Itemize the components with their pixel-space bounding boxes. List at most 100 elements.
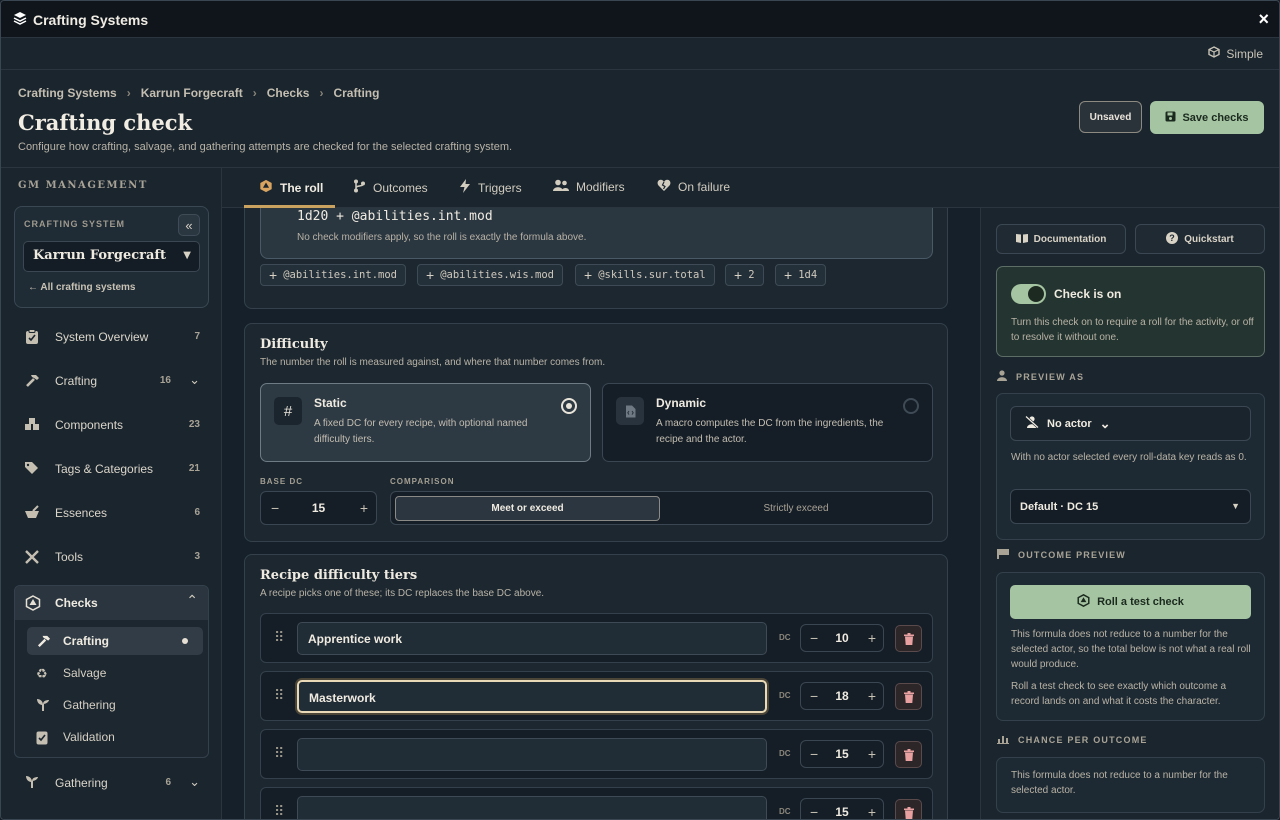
static-radio[interactable] [561,398,577,414]
tab-triggers[interactable]: Triggers [459,179,522,196]
sidebar-item-components[interactable]: Components 23 [14,406,209,444]
tier-dc-stepper: − 18 + [800,682,884,710]
unsaved-badge: Unsaved [1079,101,1142,133]
tiers-subtitle: A recipe picks one of these; its DC repl… [260,588,545,599]
crafting-system-select[interactable]: Karrun Forgecraft ▼ [23,241,200,272]
outcome-preview-label: OUTCOME PREVIEW [997,549,1126,561]
trash-icon[interactable] [895,741,922,768]
close-icon[interactable]: × [1258,9,1269,30]
static-option[interactable]: # Static A fixed DC for every recipe, wi… [260,383,591,462]
chevron-down-icon[interactable]: ⌄ [189,372,200,388]
breadcrumb-item[interactable]: Karrun Forgecraft [141,86,243,100]
count-badge: 6 [165,777,171,788]
plus-button[interactable]: + [360,500,368,516]
chance-card: This formula does not reduce to a number… [996,757,1265,813]
checks-group: Checks ⌃ Crafting ♻ Salvage Gathering Va… [14,585,209,758]
tags-icon [23,461,41,479]
tier-row: ⠿ Apprentice work DC − 10 + [260,613,933,663]
svg-text:?: ? [1170,233,1176,243]
trash-icon[interactable] [895,683,922,710]
insert-chip[interactable]: + @abilities.wis.mod [417,264,563,286]
sidebar-subitem-gathering[interactable]: Gathering [27,691,203,719]
drag-handle-icon[interactable]: ⠿ [274,687,284,704]
sidebar-subitem-crafting[interactable]: Crafting [27,627,203,655]
sidebar-item-essences[interactable]: Essences 6 [14,494,209,532]
collapse-sidebar-icon[interactable]: « [178,214,200,236]
tier-row: ⠿ DC − 15 + [260,729,933,779]
check-on-title: Check is on [1054,287,1122,301]
sidebar-subitem-salvage[interactable]: ♻ Salvage [27,659,203,687]
crafting-system-label: CRAFTING SYSTEM [24,219,126,229]
insert-chip[interactable]: + @abilities.int.mod [260,264,406,286]
dynamic-radio[interactable] [903,398,919,414]
insert-chip[interactable]: +1d4 [775,264,827,286]
list-icon: ≡ [277,208,283,210]
strictly-exceed-option[interactable]: Strictly exceed [663,496,929,521]
documentation-button[interactable]: Documentation [996,224,1126,254]
tier-name-input[interactable]: Apprentice work [297,622,767,655]
trash-icon[interactable] [895,799,922,819]
roll-test-check-button[interactable]: Roll a test check [1010,585,1251,619]
count-badge: 16 [159,375,171,386]
tab-the-roll[interactable]: The roll [259,179,323,196]
tab-modifiers[interactable]: Modifiers [553,179,625,195]
tools-icon [23,549,41,567]
d20-icon [25,595,41,616]
right-panel: Documentation ? Quickstart Check is on T… [980,208,1279,819]
mortar-pestle-icon [23,505,41,523]
tab-outcomes[interactable]: Outcomes [353,179,428,196]
sidebar-item-tags-categories[interactable]: Tags & Categories 21 [14,450,209,488]
roll-card: ≡ 1d20 + @abilities.int.mod No check mod… [244,208,948,309]
drag-handle-icon[interactable]: ⠿ [274,629,284,646]
seedling-icon [36,698,50,715]
preview-card: No actor ⌄ With no actor selected every … [996,393,1265,540]
tier-name-input[interactable] [297,796,767,819]
count-badge: 23 [188,419,200,430]
breadcrumb-item[interactable]: Crafting [333,86,379,100]
chevron-up-icon[interactable]: ⌃ [186,592,198,609]
insert-chip[interactable]: + @skills.sur.total [575,264,715,286]
unsaved-dot [182,638,188,644]
chart-icon [997,734,1009,746]
check-on-toggle[interactable] [1011,284,1046,304]
tier-dc-stepper: − 15 + [800,740,884,768]
plus-button[interactable]: + [868,688,876,704]
sidebar-item-gathering[interactable]: Gathering 6 ⌄ [14,764,209,802]
difficulty-subtitle: The number the roll is measured against,… [260,357,606,368]
plus-button[interactable]: + [868,630,876,646]
tab-bar: The roll Outcomes Triggers Modifiers On … [222,168,1279,208]
plus-button[interactable]: + [868,746,876,762]
breadcrumb-item[interactable]: Checks [267,86,310,100]
sidebar-subitem-validation[interactable]: Validation [27,723,203,751]
sidebar-item-crafting[interactable]: Crafting 16 ⌄ [14,362,209,400]
boxes-icon [23,417,41,435]
base-dc-value[interactable]: 15 [261,501,376,515]
all-crafting-systems-link[interactable]: ← All crafting systems [28,282,135,293]
page-title: Crafting check [18,110,193,135]
drag-handle-icon[interactable]: ⠿ [274,803,284,819]
plus-button[interactable]: + [868,804,876,819]
mode-toggle[interactable]: Simple [1208,46,1263,61]
check-on-desc: Turn this check on to require a roll for… [1011,317,1254,343]
tab-on-failure[interactable]: On failure [657,179,730,195]
seedling-icon [23,775,41,793]
layers-icon [13,11,27,28]
dynamic-option[interactable]: Dynamic A macro computes the DC from the… [602,383,933,462]
tiers-title: Recipe difficulty tiers [260,568,418,583]
chevron-down-icon[interactable]: ⌄ [189,774,200,790]
insert-chip[interactable]: +2 [725,264,764,286]
breadcrumb-item[interactable]: Crafting Systems [18,86,117,100]
dc-select[interactable]: Default · DC 15 ▼ [1010,489,1251,524]
tier-name-input[interactable] [297,738,767,771]
tier-name-input[interactable]: Masterwork [297,680,767,713]
drag-handle-icon[interactable]: ⠿ [274,745,284,762]
sidebar-item-system-overview[interactable]: System Overview 7 [14,318,209,356]
quickstart-button[interactable]: ? Quickstart [1135,224,1265,254]
meet-or-exceed-option[interactable]: Meet or exceed [395,496,660,521]
actor-select[interactable]: No actor ⌄ [1010,406,1251,441]
sidebar-item-tools[interactable]: Tools 3 [14,538,209,576]
save-checks-button[interactable]: Save checks [1150,101,1264,134]
trash-icon[interactable] [895,625,922,652]
sidebar-item-checks[interactable]: Checks ⌃ [15,586,208,620]
user-slash-icon [1025,415,1039,431]
